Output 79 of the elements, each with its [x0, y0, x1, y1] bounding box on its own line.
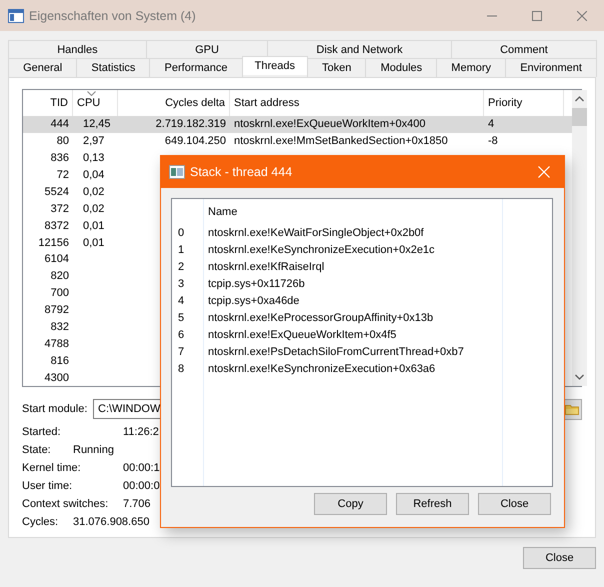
- frame-index: 1: [178, 243, 186, 258]
- refresh-button[interactable]: Refresh: [396, 493, 469, 515]
- frame-index: 0: [178, 226, 186, 241]
- scroll-thumb[interactable]: [572, 108, 587, 126]
- frame-index: 7: [178, 345, 186, 360]
- table-cell: 72: [56, 168, 69, 181]
- table-cell: 0,02: [83, 186, 104, 198]
- table-cell: 444: [50, 118, 69, 130]
- table-cell: ntoskrnl.exe!ExQueueWorkItem+0x400: [234, 118, 426, 130]
- folder-icon: [565, 404, 579, 414]
- field-label: Kernel time:: [22, 462, 82, 474]
- close-button[interactable]: Close: [478, 493, 551, 515]
- tab[interactable]: Performance: [149, 58, 243, 77]
- field-label: Start module:: [22, 403, 88, 415]
- stack-frame: ntoskrnl.exe!KeSynchronizeExecution+0x2e1c: [208, 242, 502, 259]
- table-cell: 0,01: [83, 236, 104, 248]
- scrollbar[interactable]: [572, 90, 587, 386]
- copy-button[interactable]: Copy: [314, 493, 387, 515]
- stack-frame: tcpip.sys+0xa46de: [208, 293, 502, 310]
- dialog-title: Stack - thread 444: [190, 165, 292, 179]
- close-icon: [576, 10, 586, 20]
- stack-frame: ntoskrnl.exe!KeProcessorGroupAffinity+0x13b: [208, 310, 502, 327]
- field-label: State:: [22, 444, 52, 456]
- window-icon: [8, 8, 24, 22]
- tab[interactable]: General: [8, 58, 78, 77]
- field-value: 11:26:2: [123, 426, 159, 438]
- stack-frame: ntoskrnl.exe!PsDetachSiloFromCurrentThread+0xb7: [208, 344, 502, 361]
- stack-frame: tcpip.sys+0x11726b: [208, 276, 502, 293]
- scroll-up-icon: [575, 96, 584, 102]
- table-cell: 0,13: [83, 152, 104, 164]
- tab[interactable]: Comment: [450, 40, 598, 58]
- field-value: 00:00:0: [123, 480, 160, 492]
- window-title: Eigenschaften von System (4): [29, 8, 196, 22]
- table-cell: 80: [56, 135, 69, 148]
- close-icon: [538, 166, 550, 178]
- stack-frame: ntoskrnl.exe!ExQueueWorkItem+0x4f5: [208, 327, 502, 344]
- field-value: Running: [73, 444, 114, 456]
- table-cell: 0,01: [83, 220, 104, 232]
- field-value: 31.076.908.650: [73, 516, 150, 528]
- frame-index: 4: [178, 294, 186, 309]
- tab[interactable]: Token: [306, 58, 366, 77]
- maximize-icon: [532, 10, 542, 20]
- stack-frame: ntoskrnl.exe!KeSynchronizeExecution+0x63a6: [208, 361, 502, 378]
- frame-index: 8: [178, 362, 186, 377]
- stack-frame: ntoskrnl.exe!KfRaiseIrql: [208, 259, 502, 276]
- field-label: User time:: [22, 480, 74, 492]
- table-cell: 0,04: [83, 168, 104, 181]
- table-cell: 12156: [38, 236, 69, 248]
- table-cell: 836: [50, 152, 69, 164]
- window-icon: [169, 165, 185, 179]
- table-cell: 372: [50, 202, 69, 215]
- table-row[interactable]: 80 2,97 649.104.250 ntoskrnl.exe!MmSetBankedSection+0x1850 -8: [23, 132, 572, 150]
- table-row[interactable]: 444 12,45 2.719.182.319 ntoskrnl.exe!ExQueueWorkItem+0x400 4: [23, 116, 572, 133]
- table-cell: 8372: [44, 220, 69, 232]
- close-button[interactable]: Close: [523, 547, 596, 569]
- table-cell: 12,45: [83, 118, 111, 130]
- table-cell: 5524: [44, 186, 69, 198]
- table-cell: 4: [488, 118, 494, 130]
- frame-index: 5: [178, 311, 186, 326]
- tab[interactable]: Handles: [8, 40, 147, 58]
- field-value: 7.706: [123, 498, 151, 510]
- frame-index: 3: [178, 277, 186, 292]
- table-cell: -8: [488, 135, 498, 148]
- table-cell: 649.104.250: [164, 135, 226, 148]
- table-cell: 2.719.182.319: [156, 118, 226, 130]
- field-label: Cycles:: [22, 516, 60, 528]
- stack-frame: ntoskrnl.exe!KeWaitForSingleObject+0x2b0f: [208, 225, 502, 242]
- frame-index: 2: [178, 260, 186, 275]
- field-label: Started:: [22, 426, 62, 438]
- field-value: 00:00:1: [123, 462, 160, 474]
- table-cell: 2,97: [83, 135, 104, 148]
- frame-index: 6: [178, 328, 186, 343]
- tab[interactable]: Threads: [242, 56, 308, 75]
- column-header[interactable]: Name: [208, 206, 238, 218]
- field-label: Context switches:: [22, 498, 110, 510]
- table-cell: ntoskrnl.exe!MmSetBankedSection+0x1850: [234, 135, 448, 148]
- scroll-down-icon: [575, 374, 584, 380]
- tab[interactable]: Environment: [505, 58, 598, 77]
- table-cell: 0,02: [83, 202, 104, 215]
